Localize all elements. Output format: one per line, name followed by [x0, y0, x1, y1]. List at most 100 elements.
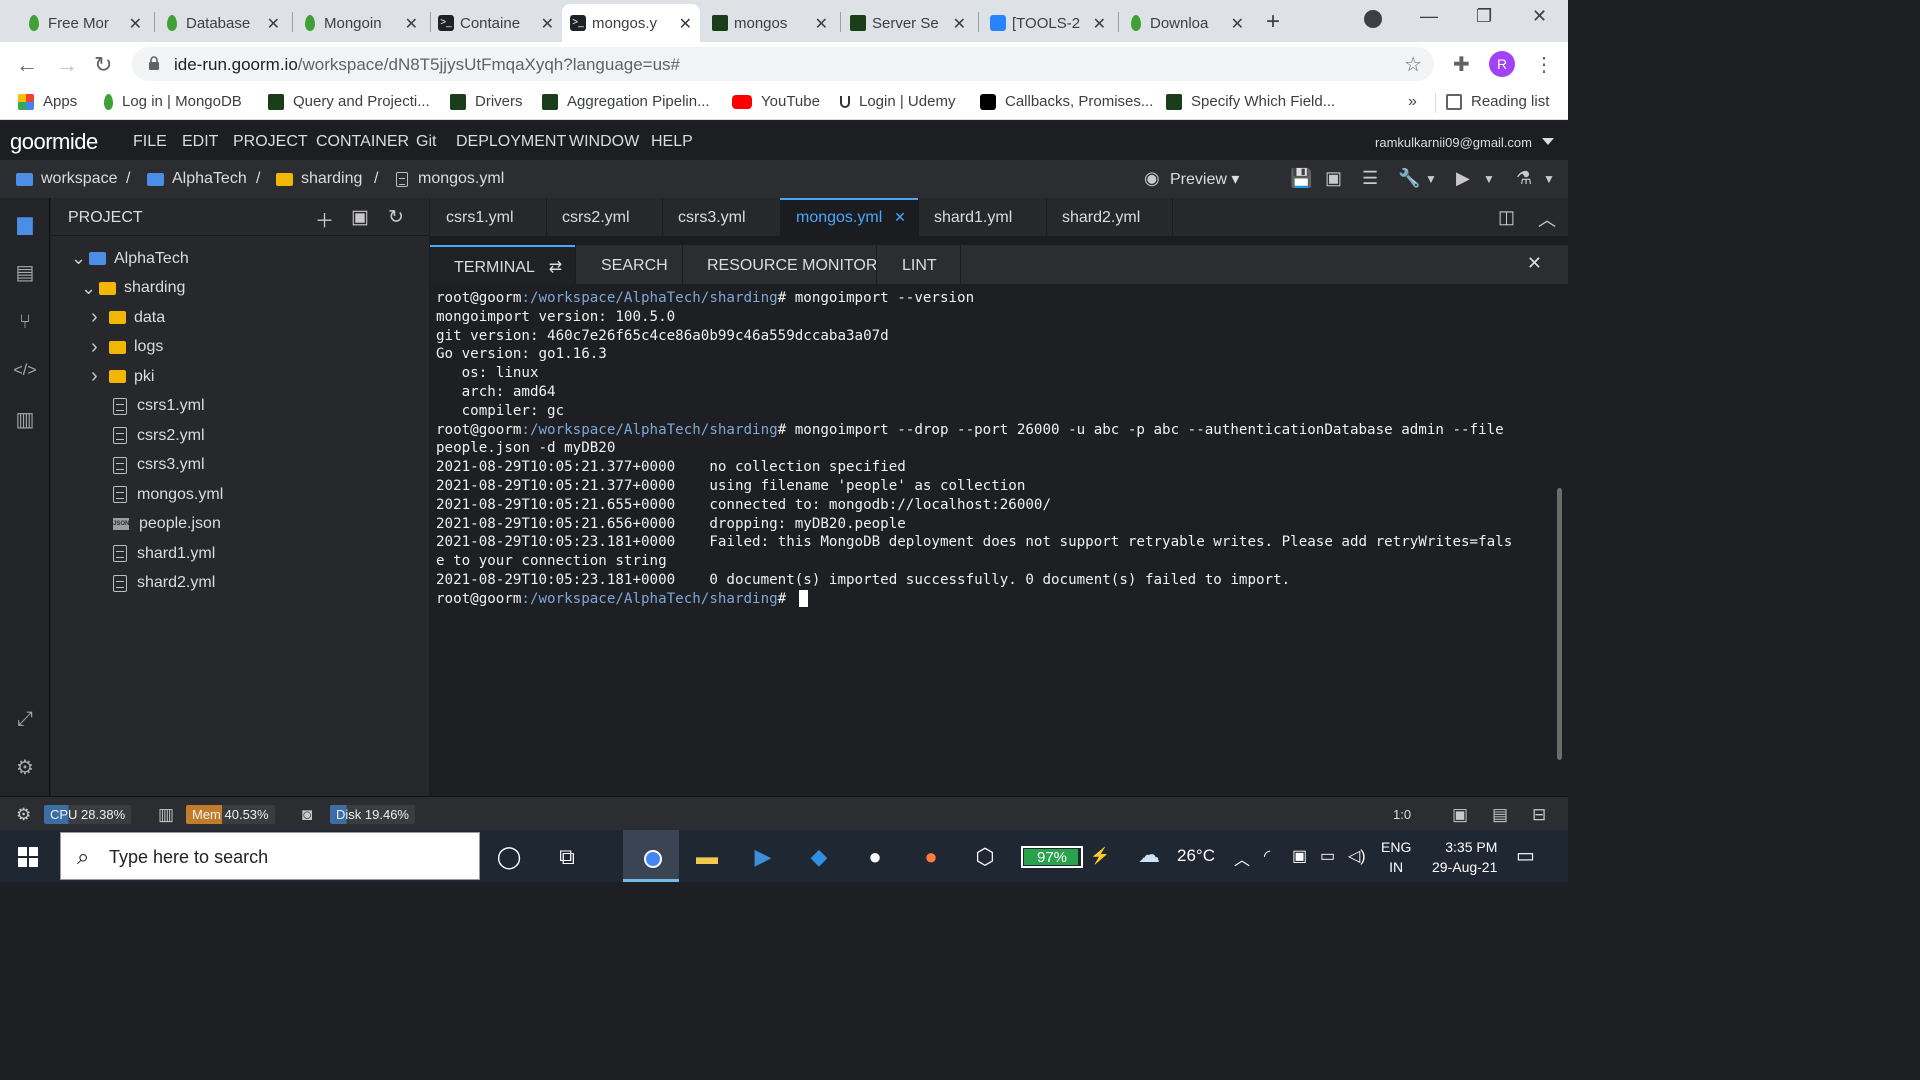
browser-tab[interactable]: Server Se ✕ [842, 4, 974, 42]
browser-tab[interactable]: Mongoin ✕ [294, 4, 426, 42]
new-file-icon[interactable]: ＋ [315, 206, 334, 233]
preview-eye-icon[interactable]: ◉ [1144, 168, 1160, 189]
chevron-right-icon[interactable]: › [91, 365, 109, 388]
menu-git[interactable]: Git [416, 133, 436, 151]
tree-item-pki[interactable]: › pki [91, 362, 154, 391]
close-tab-icon[interactable]: ✕ [267, 14, 280, 34]
chevron-right-icon[interactable]: › [91, 306, 109, 329]
extensions-puzzle-icon[interactable]: ✚ [1453, 52, 1470, 77]
bookmark-item[interactable]: Log in | MongoDB [104, 93, 242, 110]
tree-item-csrs3-yml[interactable]: csrs3.yml [113, 451, 205, 480]
close-tab-icon[interactable]: ✕ [679, 14, 692, 34]
refresh-icon[interactable]: ↻ [388, 206, 404, 229]
project-explorer-icon[interactable]: ▆ [12, 211, 38, 237]
postman-icon[interactable]: ● [916, 842, 946, 872]
terminal-scrollbar[interactable] [1557, 488, 1562, 760]
tab-search-icon[interactable] [1364, 10, 1382, 28]
bookmark-item[interactable]: YouTube [732, 93, 820, 110]
tree-item-people-json[interactable]: JSON people.json [113, 510, 221, 539]
mongodb-compass-icon[interactable]: ● [860, 842, 890, 872]
chevron-down-icon[interactable]: ▼ [1543, 172, 1555, 186]
editor-tab[interactable]: shard2.yml [1046, 198, 1172, 236]
file-explorer-icon[interactable]: ▬ [692, 842, 722, 872]
chevron-up-icon[interactable]: ︿ [1234, 846, 1250, 870]
menu-project[interactable]: PROJECT [233, 133, 308, 151]
tree-item-sharding[interactable]: ⌄ sharding [81, 274, 185, 303]
battery-indicator[interactable]: 97% [1021, 846, 1083, 868]
close-tab-icon[interactable]: ✕ [953, 14, 966, 34]
close-tab-icon[interactable]: ✕ [1093, 14, 1106, 34]
menu-window[interactable]: WINDOW [569, 133, 639, 151]
save-icon[interactable]: 💾 [1290, 168, 1312, 189]
tab-terminal[interactable]: TERMINAL ⇄ [430, 245, 575, 284]
editor-tab[interactable]: csrs3.yml [662, 198, 780, 236]
save-all-icon[interactable]: ▣ [1325, 168, 1342, 189]
menu-deployment[interactable]: DEPLOYMENT [456, 133, 566, 151]
close-tab-icon[interactable]: ✕ [129, 14, 142, 34]
bookmark-item[interactable]: Query and Projecti... [268, 93, 430, 110]
tree-item-data[interactable]: › data [91, 303, 165, 332]
tree-item-shard2-yml[interactable]: shard2.yml [113, 569, 215, 598]
tree-item-logs[interactable]: › logs [91, 333, 163, 362]
language-indicator[interactable]: ENG IN [1381, 837, 1411, 877]
browser-tab[interactable]: Downloa ✕ [1120, 4, 1252, 42]
find-in-files-icon[interactable]: ☰ [1362, 168, 1378, 189]
git-branch-icon[interactable]: ⑂ [12, 309, 38, 335]
weather-cloud-icon[interactable]: ☁ [1138, 842, 1160, 868]
close-window-button[interactable]: ✕ [1532, 6, 1547, 27]
terminal-output[interactable]: root@goorm:/workspace/AlphaTech/sharding… [430, 284, 1568, 796]
breadcrumb-file[interactable]: mongos.yml [396, 170, 504, 188]
vscode-icon[interactable]: ◆ [804, 842, 834, 872]
close-tab-icon[interactable]: ✕ [541, 14, 554, 34]
system-clock[interactable]: 3:35 PM 29-Aug-21 [1432, 837, 1497, 877]
minimize-button[interactable]: — [1420, 6, 1438, 27]
tree-item-csrs1-yml[interactable]: csrs1.yml [113, 392, 205, 421]
user-account-menu[interactable]: ramkulkarnii09@gmail.com [1375, 135, 1532, 150]
volume-icon[interactable]: ◁) [1348, 846, 1366, 866]
windows-start-icon[interactable] [18, 847, 38, 867]
code-icon[interactable]: </> [12, 358, 38, 384]
editor-tab[interactable]: shard1.yml [918, 198, 1046, 236]
fullscreen-icon[interactable]: ⤢ [12, 706, 38, 732]
test-flask-icon[interactable]: ⚗ [1516, 168, 1532, 189]
chevron-down-icon[interactable] [1542, 138, 1554, 145]
virtualbox-icon[interactable]: ⬡ [970, 842, 1000, 872]
profile-avatar[interactable]: R [1489, 51, 1515, 77]
editor-tab[interactable]: csrs1.yml [430, 198, 546, 236]
editor-tab[interactable]: mongos.yml ✕ [780, 198, 918, 236]
tree-item-alphatech[interactable]: ⌄ AlphaTech [71, 244, 189, 273]
chevron-down-icon[interactable]: ▼ [1483, 172, 1495, 186]
bookmark-item[interactable]: Aggregation Pipelin... [542, 93, 710, 110]
terminal-toggle-icon[interactable]: ⊟ [1532, 805, 1546, 825]
close-tab-icon[interactable]: ✕ [815, 14, 828, 34]
browser-tab[interactable]: Database ✕ [156, 4, 288, 42]
chat-icon[interactable]: ▤ [1492, 805, 1508, 825]
browser-tab[interactable]: [TOOLS-2 ✕ [982, 4, 1114, 42]
menu-container[interactable]: CONTAINER [316, 133, 409, 151]
tree-item-csrs2-yml[interactable]: csrs2.yml [113, 421, 205, 450]
bookmark-item[interactable]: Drivers [450, 93, 523, 110]
browser-tab[interactable]: Free Mor ✕ [18, 4, 150, 42]
browser-tab[interactable]: mongos ✕ [704, 4, 836, 42]
new-folder-icon[interactable]: ▣ [351, 206, 369, 229]
chevron-down-icon[interactable]: ⌄ [81, 278, 99, 299]
powershell-icon[interactable]: ▶ [748, 842, 778, 872]
forward-button[interactable]: → [56, 52, 78, 78]
breadcrumb-folder[interactable]: sharding [276, 170, 362, 188]
sync-icon[interactable]: ⇄ [549, 259, 562, 276]
menu-file[interactable]: FILE [133, 133, 167, 151]
menu-edit[interactable]: EDIT [182, 133, 218, 151]
wifi-icon[interactable]: ◜ [1264, 846, 1270, 866]
bookmark-item[interactable]: Login | Udemy [840, 93, 955, 110]
battery-tray-icon[interactable]: ▭ [1320, 846, 1335, 866]
reading-list-button[interactable]: Reading list [1446, 93, 1549, 110]
bookmark-item[interactable]: Callbacks, Promises... [980, 93, 1153, 110]
reload-button[interactable]: ↻ [94, 52, 112, 78]
bookmark-item[interactable]: Apps [18, 93, 77, 110]
close-tab-icon[interactable]: ✕ [1231, 14, 1244, 34]
bookmark-star-icon[interactable]: ☆ [1404, 52, 1422, 77]
close-tab-icon[interactable]: ✕ [890, 209, 906, 225]
taskbar-search-box[interactable]: ⌕ Type here to search [60, 832, 480, 880]
chevron-down-icon[interactable]: ⌄ [71, 248, 89, 269]
tab-search[interactable]: SEARCH [601, 245, 668, 284]
